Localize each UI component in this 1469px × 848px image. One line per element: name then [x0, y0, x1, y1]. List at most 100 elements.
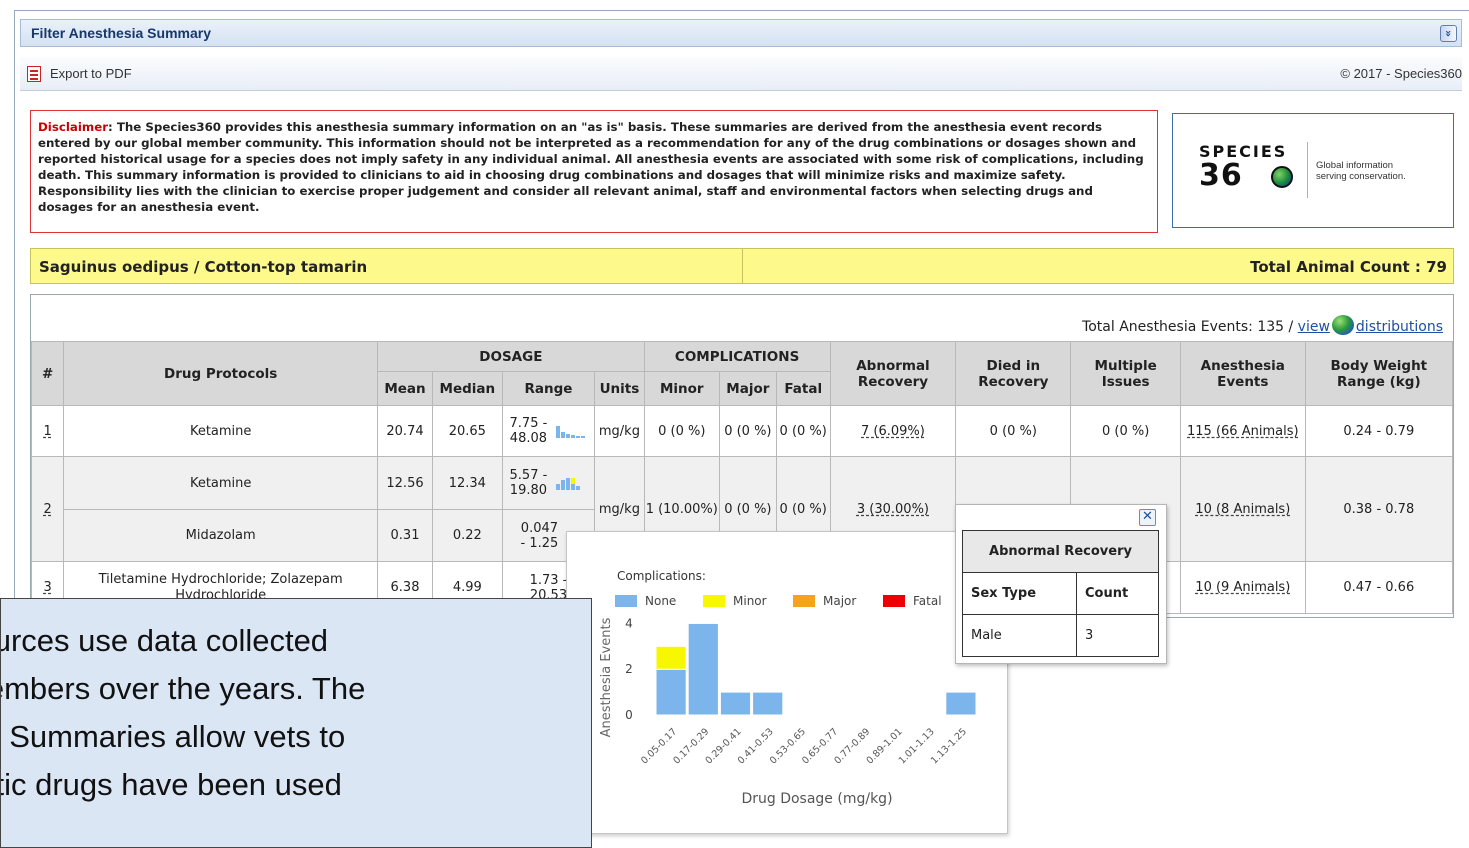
globe-icon[interactable]: [1331, 315, 1354, 335]
total-events: Total Anesthesia Events: 135 / view distr…: [1082, 315, 1443, 335]
abnormal-recovery-table: Abnormal Recovery Sex Type Count Male 3: [962, 530, 1159, 657]
body-weight-range: 0.47 - 0.66: [1304, 561, 1454, 614]
col-header-minor[interactable]: Minor: [643, 371, 720, 406]
col-header-complications: COMPLICATIONS: [643, 341, 831, 372]
dose-range: 0.047 - 1.25: [520, 520, 559, 551]
legend-item: Fatal: [913, 594, 942, 608]
logo-number: 36: [1199, 158, 1243, 193]
abnormal-recovery-link[interactable]: 3 (30.00%): [857, 502, 929, 517]
col-header-units[interactable]: Units: [594, 371, 645, 406]
species-name: Saguinus oedipus / Cotton-top tamarin: [39, 258, 368, 276]
range-sparkline[interactable]: [555, 424, 588, 438]
species-header: Saguinus oedipus / Cotton-top tamarin To…: [30, 248, 1454, 284]
comp-fatal: 0 (0 %): [775, 405, 831, 457]
col-header-protocols: Drug Protocols: [63, 341, 379, 406]
disclaimer-label: Disclaimer: [38, 120, 109, 134]
chart-bar: [752, 691, 784, 716]
col-header-mean[interactable]: Mean: [377, 371, 433, 406]
y-tick-label: 0: [625, 708, 633, 722]
dose-range-cell[interactable]: 7.75 - 48.08: [501, 405, 596, 457]
count-value: 3: [1076, 614, 1159, 657]
col-header-dosage: DOSAGE: [377, 341, 645, 372]
species360-logo: SPECIES 36 Global information serving co…: [1172, 113, 1454, 228]
dose-units: mg/kg: [594, 405, 645, 457]
body-weight-range: 0.38 - 0.78: [1304, 456, 1454, 562]
export-pdf-button[interactable]: Export to PDF: [50, 66, 132, 81]
dose-median: 0.22: [431, 509, 503, 562]
col-count: Count: [1076, 572, 1159, 615]
dose-median: 20.65: [431, 405, 503, 457]
filter-bar[interactable]: Filter Anesthesia Summary »: [20, 19, 1462, 47]
total-animal-count: Total Animal Count : 79: [1250, 258, 1447, 276]
col-header-died[interactable]: Died in Recovery: [955, 341, 1072, 406]
filter-title: Filter Anesthesia Summary: [31, 25, 211, 41]
logo-tagline: Global information serving conservation.: [1316, 160, 1406, 182]
multiple-issues: 0 (0 %): [1070, 405, 1181, 457]
x-axis-label: Drug Dosage (mg/kg): [741, 791, 892, 807]
table-row: 1 Ketamine 20.74 20.65 7.75 - 48.08 mg/k…: [30, 405, 1454, 457]
dose-median: 12.34: [431, 456, 503, 510]
anesthesia-events-link[interactable]: 10 (9 Animals): [1195, 580, 1290, 595]
col-sex-type: Sex Type: [962, 572, 1077, 615]
abnormal-recovery-link[interactable]: 7 (6.09%): [861, 424, 925, 439]
col-header-events[interactable]: Anesthesia Events: [1179, 341, 1306, 406]
row-number-link[interactable]: 2: [43, 502, 51, 517]
col-header-median[interactable]: Median: [431, 371, 503, 406]
view-link[interactable]: view: [1298, 319, 1330, 335]
distributions-link[interactable]: distributions: [1356, 319, 1443, 335]
col-header-num: #: [30, 341, 65, 406]
pdf-icon[interactable]: [27, 66, 41, 82]
legend-swatch: [883, 595, 905, 607]
table-row: 2 Ketamine 12.56 12.34 5.57 - 19.80 mg/k…: [30, 456, 1454, 562]
dosage-distribution-chart: Complications: None Minor Major Fatal 0 2 4 Anes…: [599, 569, 977, 807]
anesthesia-events-link[interactable]: 10 (8 Animals): [1195, 502, 1290, 517]
recovery-table-title: Abnormal Recovery: [962, 530, 1159, 573]
comp-major: 0 (0 %): [718, 405, 777, 457]
legend-item: Minor: [733, 594, 767, 608]
dose-mean: 12.56: [377, 456, 433, 510]
legend-swatch: [703, 595, 725, 607]
chart-bar: [945, 691, 977, 716]
total-events-label: Total Anesthesia Events: [1082, 319, 1249, 335]
chart-bar: [719, 691, 752, 716]
legend-item: Major: [823, 594, 856, 608]
globe-icon: [1271, 166, 1293, 188]
row-number-link[interactable]: 3: [43, 580, 51, 595]
dosage-distribution-popup: Complications: None Minor Major Fatal 0 2 4 Anes…: [566, 531, 1008, 834]
col-header-range[interactable]: Range: [501, 371, 596, 406]
range-sparkline[interactable]: [555, 476, 588, 490]
dose-range-cell[interactable]: 5.57 - 19.80: [501, 456, 596, 510]
close-icon[interactable]: ✕: [1139, 509, 1156, 526]
legend-swatch: [793, 595, 815, 607]
col-header-multiple[interactable]: Multiple Issues: [1070, 341, 1181, 406]
dose-mean: 0.31: [377, 509, 433, 562]
species-cell: Saguinus oedipus / Cotton-top tamarin: [31, 249, 743, 283]
died-in-recovery: 0 (0 %): [955, 405, 1072, 457]
row-number-link[interactable]: 1: [43, 424, 51, 439]
disclaimer-text: : The Species360 provides this anesthesi…: [38, 120, 1144, 214]
chart-bar: [655, 668, 687, 716]
col-header-fatal[interactable]: Fatal: [775, 371, 831, 406]
caption-line-2: members over the years. The: [0, 671, 366, 706]
total-events-value: : 135 /: [1248, 319, 1298, 335]
y-axis-label: Anesthesia Events: [599, 617, 614, 737]
chart-bar: [655, 645, 687, 670]
legend-title: Complications:: [617, 569, 706, 583]
col-header-weight[interactable]: Body Weight Range (kg): [1304, 341, 1454, 406]
disclaimer-box: Disclaimer: The Species360 provides this…: [30, 110, 1158, 233]
caption-text: sources use data collected members over …: [0, 617, 366, 809]
caption-overlay: sources use data collected members over …: [0, 598, 592, 848]
comp-minor: 0 (0 %): [643, 405, 720, 457]
drug-name: Ketamine: [63, 405, 379, 457]
y-tick-label: 4: [625, 616, 633, 630]
dose-range: 5.57 - 19.80: [509, 468, 548, 498]
drug-name: Midazolam: [63, 509, 379, 562]
anesthesia-events-link[interactable]: 115 (66 Animals): [1187, 424, 1299, 439]
dose-range: 7.75 - 48.08: [509, 416, 548, 446]
collapse-icon[interactable]: »: [1440, 25, 1457, 42]
col-header-major[interactable]: Major: [718, 371, 777, 406]
y-tick-label: 2: [625, 662, 633, 676]
export-toolbar: Export to PDF © 2017 - Species360: [20, 57, 1462, 91]
col-header-abnormal[interactable]: Abnormal Recovery: [829, 341, 957, 406]
dose-mean: 20.74: [377, 405, 433, 457]
